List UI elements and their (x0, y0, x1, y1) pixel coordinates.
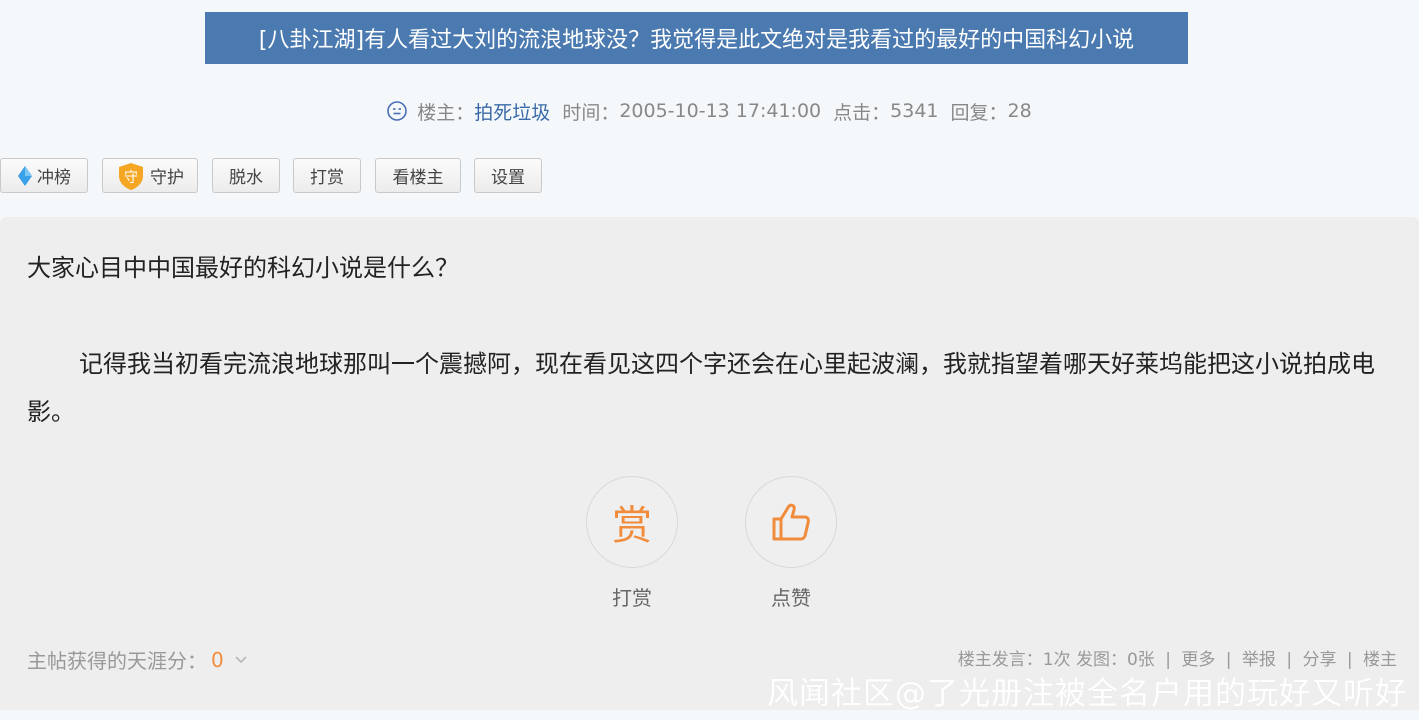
score-row: 主帖获得的天涯分： 0 (27, 645, 248, 674)
tip-glyph-icon: 赏 (612, 503, 652, 549)
watermark: 风闻社区@了光册注被全名户用的玩好又听好 (767, 676, 1407, 712)
rank-button[interactable]: 冲榜 (0, 158, 88, 193)
post-question: 大家心目中中国最好的科幻小说是什么？ (27, 254, 459, 282)
more-link[interactable]: 更多 (1181, 650, 1215, 670)
post-body-panel (0, 217, 1419, 710)
tip-circle-button[interactable]: 赏 (586, 476, 678, 568)
footer-links: 楼主发言：1次 发图：0张 | 更多 | 举报 | 分享 | 楼主 (957, 650, 1397, 670)
smiley-icon (387, 101, 408, 121)
time-label: 时间： (562, 101, 620, 124)
author-only-button[interactable]: 看楼主 (375, 158, 461, 193)
like-circle-button[interactable] (745, 476, 837, 568)
chevron-down-icon[interactable] (234, 655, 248, 665)
post-time: 2005-10-13 17:41:00 (619, 100, 822, 122)
post-title: [八卦江湖]有人看过大刘的流浪地球没？我觉得是此文绝对是我看过的最好的中国科幻小… (205, 12, 1188, 64)
image-count: 发图：0张 (1075, 650, 1155, 670)
post-toolbar: 冲榜 守 守护 脱水 打赏 看楼主 设置 (0, 158, 1419, 193)
dehydrate-button[interactable]: 脱水 (212, 158, 280, 193)
tip-circle-label: 打赏 (612, 586, 652, 610)
settings-button[interactable]: 设置 (474, 158, 542, 193)
shield-icon: 守 (119, 162, 143, 190)
tip-toolbar-button[interactable]: 打赏 (293, 158, 361, 193)
author-label: 楼主： (417, 101, 475, 124)
score-label: 主帖获得的天涯分： (27, 649, 207, 673)
clicks-label: 点击： (833, 101, 891, 124)
share-link[interactable]: 分享 (1302, 650, 1336, 670)
author-link[interactable]: 拍死垃圾 (474, 98, 550, 125)
like-circle-label: 点赞 (771, 586, 811, 610)
guard-label: 守护 (150, 168, 184, 188)
clicks-count: 5341 (890, 100, 939, 122)
speech-count: 楼主发言：1次 (957, 650, 1071, 670)
score-value: 0 (211, 647, 224, 672)
replies-count: 28 (1007, 100, 1032, 122)
post-body-text: 记得我当初看完流浪地球那叫一个震撼阿，现在看见这四个字还会在心里起波澜，我就指望… (27, 350, 1375, 426)
diamond-icon (18, 165, 32, 186)
replies-label: 回复： (950, 101, 1008, 124)
owner-link[interactable]: 楼主 (1363, 650, 1397, 670)
post-meta: 楼主： 拍死垃圾 时间： 2005-10-13 17:41:00 点击： 534… (0, 96, 1419, 126)
guard-button[interactable]: 守 守护 (102, 158, 198, 193)
rank-label: 冲榜 (37, 168, 71, 188)
report-link[interactable]: 举报 (1242, 650, 1276, 670)
thumbs-up-icon (772, 503, 810, 541)
shield-badge-text: 守 (124, 170, 138, 186)
